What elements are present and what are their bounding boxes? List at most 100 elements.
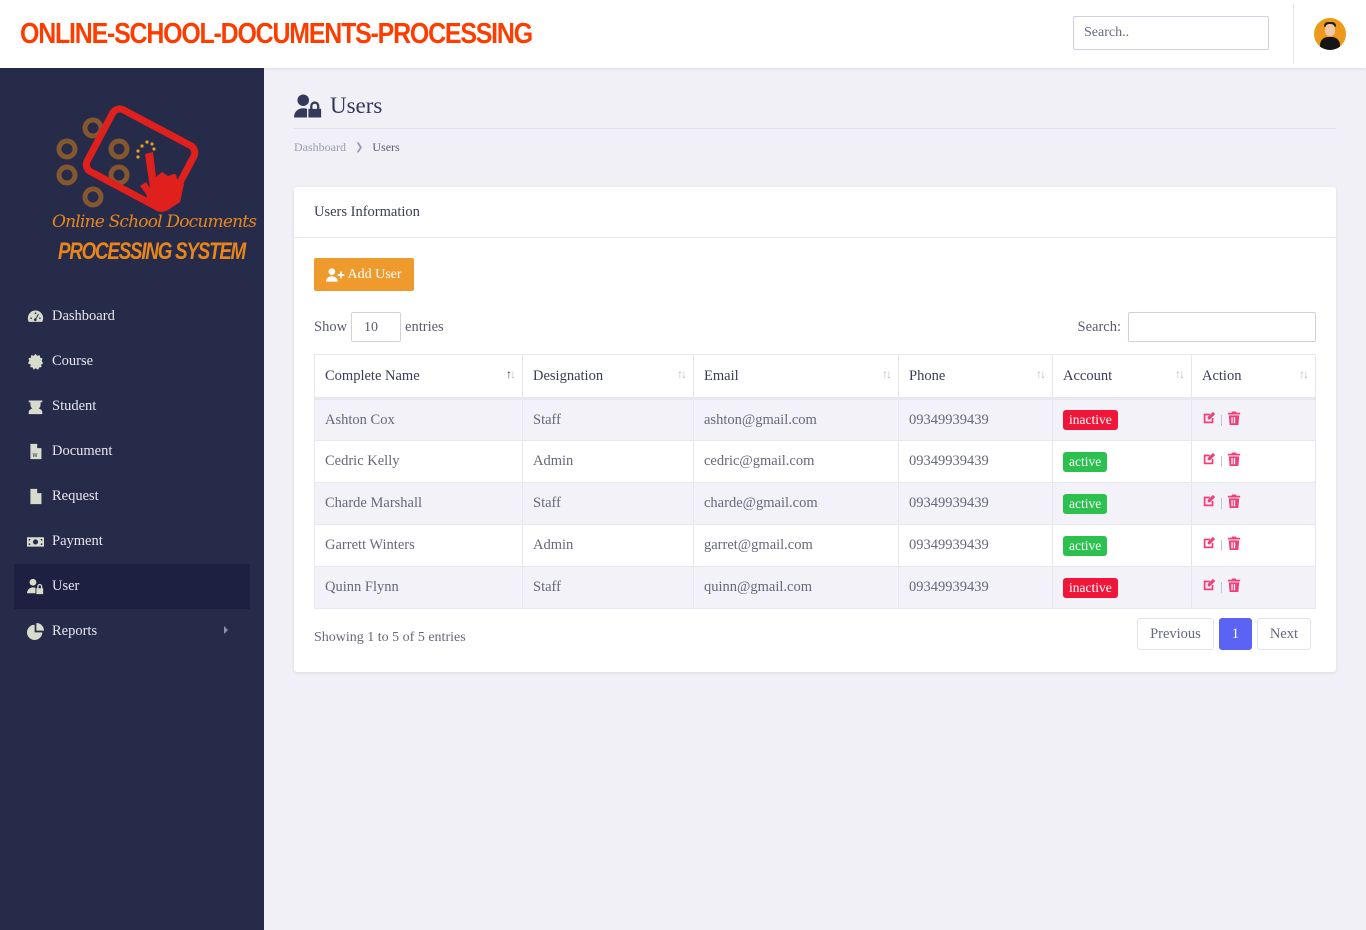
logo-text-script: Online School Documents [52,212,257,232]
column-header-phone[interactable]: Phone ↑↓ [898,354,1053,400]
entries-label: entries [405,318,444,335]
edit-icon[interactable] [1202,578,1216,597]
pagination: Previous 1 Next [1132,618,1311,650]
column-header-label: Phone [909,367,946,384]
row-actions [1202,452,1305,471]
column-header-account[interactable]: Account ↑↓ [1052,354,1192,400]
user-lock-icon [26,578,44,596]
user-plus-icon [326,267,345,282]
avatar-body [1320,37,1340,50]
app-brand-title: ONLINE-SCHOOL-DOCUMENTS-PROCESSING [20,18,533,50]
status-badge: inactive [1063,410,1118,430]
header-divider [294,128,1336,129]
column-header-label: Action [1202,367,1242,384]
global-search-input[interactable] [1073,16,1269,50]
sidebar-item-label: Student [52,398,97,414]
table-search-input[interactable] [1128,312,1316,342]
column-header-action[interactable]: Action ↑↓ [1191,354,1316,400]
table-row: Charde Marshall Staff charde@gmail.com 0934… [314,482,1316,525]
sort-icon: ↑↓ [1036,367,1046,381]
trash-icon[interactable] [1227,536,1241,555]
cell-email: ashton@gmail.com [693,398,899,441]
table-search-label: Search: [1077,318,1121,335]
users-table: Complete Name ↑↓ Designation ↑↓ Email ↑↓ Ph… [314,354,1316,609]
sidebar-item-request[interactable]: Request [14,474,250,519]
edit-icon[interactable] [1202,452,1216,471]
cell-designation: Staff [522,566,694,609]
add-user-button[interactable]: Add User [314,258,414,291]
cell-name: Cedric Kelly [314,440,523,483]
row-actions [1202,536,1305,555]
chevron-right-icon: ❯ [354,142,364,153]
trash-icon[interactable] [1227,494,1241,513]
cell-action [1191,398,1316,441]
sidebar-item-student[interactable]: Student [14,384,250,429]
graduate-icon [26,398,44,416]
cell-phone: 09349939439 [898,398,1053,441]
edit-icon[interactable] [1202,411,1216,430]
sort-icon: ↑↓ [882,367,892,381]
cell-account: inactive [1052,398,1192,441]
trash-icon[interactable] [1227,452,1241,471]
sidebar-item-user[interactable]: User [14,564,250,609]
action-separator [1221,456,1222,467]
cell-action [1191,566,1316,609]
cell-account: active [1052,482,1192,525]
sidebar-item-reports[interactable]: Reports [14,609,250,654]
table-row: Quinn Flynn Staff quinn@gmail.com 093499394… [314,566,1316,609]
edit-icon[interactable] [1202,494,1216,513]
pagination-page-button[interactable]: 1 [1218,618,1252,650]
action-separator [1221,582,1222,593]
cell-phone: 09349939439 [898,566,1053,609]
pagination-next-button[interactable]: Next [1256,618,1311,650]
pie-chart-icon [26,623,44,641]
cell-account: inactive [1052,566,1192,609]
breadcrumb-dashboard-link[interactable]: Dashboard [294,140,346,155]
action-separator [1221,414,1222,426]
pagination-previous-button[interactable]: Previous [1137,618,1214,650]
cell-action [1191,482,1316,525]
trash-icon[interactable] [1227,410,1241,430]
cell-phone: 09349939439 [898,482,1053,525]
column-header-designation[interactable]: Designation ↑↓ [522,354,694,400]
status-badge: active [1063,451,1108,472]
cell-name: Garrett Winters [314,524,523,567]
status-badge: inactive [1063,577,1118,598]
sidebar-item-dashboard[interactable]: Dashboard [14,294,250,339]
cell-action [1191,524,1316,567]
sidebar-item-label: Payment [52,533,103,549]
sidebar: Online School Documents PROCESSING SYSTE… [0,68,264,930]
column-header-email[interactable]: Email ↑↓ [693,354,899,400]
table-row: Cedric Kelly Admin cedric@gmail.com 0934993… [314,440,1316,483]
column-header-label: Complete Name [325,367,420,384]
money-bill-icon [26,533,44,551]
entries-select[interactable]: 10 [351,312,402,342]
cell-email: quinn@gmail.com [693,566,899,609]
cell-name: Ashton Cox [314,398,523,441]
sort-icon: ↑↓ [677,367,687,381]
page-header: Users Dashboard ❯ Users [294,88,1336,154]
cell-designation: Admin [522,524,694,567]
topbar-divider [1293,4,1294,64]
cell-designation: Staff [522,398,694,441]
entries-length-control: Show 10 entries [314,312,444,342]
trash-icon[interactable] [1227,578,1241,597]
column-header-label: Account [1063,367,1113,384]
sidebar-item-label: Dashboard [52,308,115,324]
word-file-icon: W [26,443,44,461]
action-separator [1221,540,1222,551]
column-header-label: Email [704,367,739,384]
edit-icon[interactable] [1202,536,1216,555]
sort-icon: ↑↓ [1175,367,1185,381]
breadcrumb: Dashboard ❯ Users [294,140,400,155]
column-header-complete-name[interactable]: Complete Name ↑↓ [314,354,523,400]
status-badge: active [1063,535,1108,556]
sidebar-item-label: Course [52,353,94,369]
column-header-label: Designation [533,367,604,384]
sidebar-item-payment[interactable]: Payment [14,519,250,564]
file-icon [26,488,44,506]
sidebar-item-document[interactable]: W Document [14,429,250,474]
sort-icon: ↑↓ [1299,367,1309,381]
user-avatar[interactable] [1314,18,1346,50]
sidebar-item-course[interactable]: Course [14,339,250,384]
